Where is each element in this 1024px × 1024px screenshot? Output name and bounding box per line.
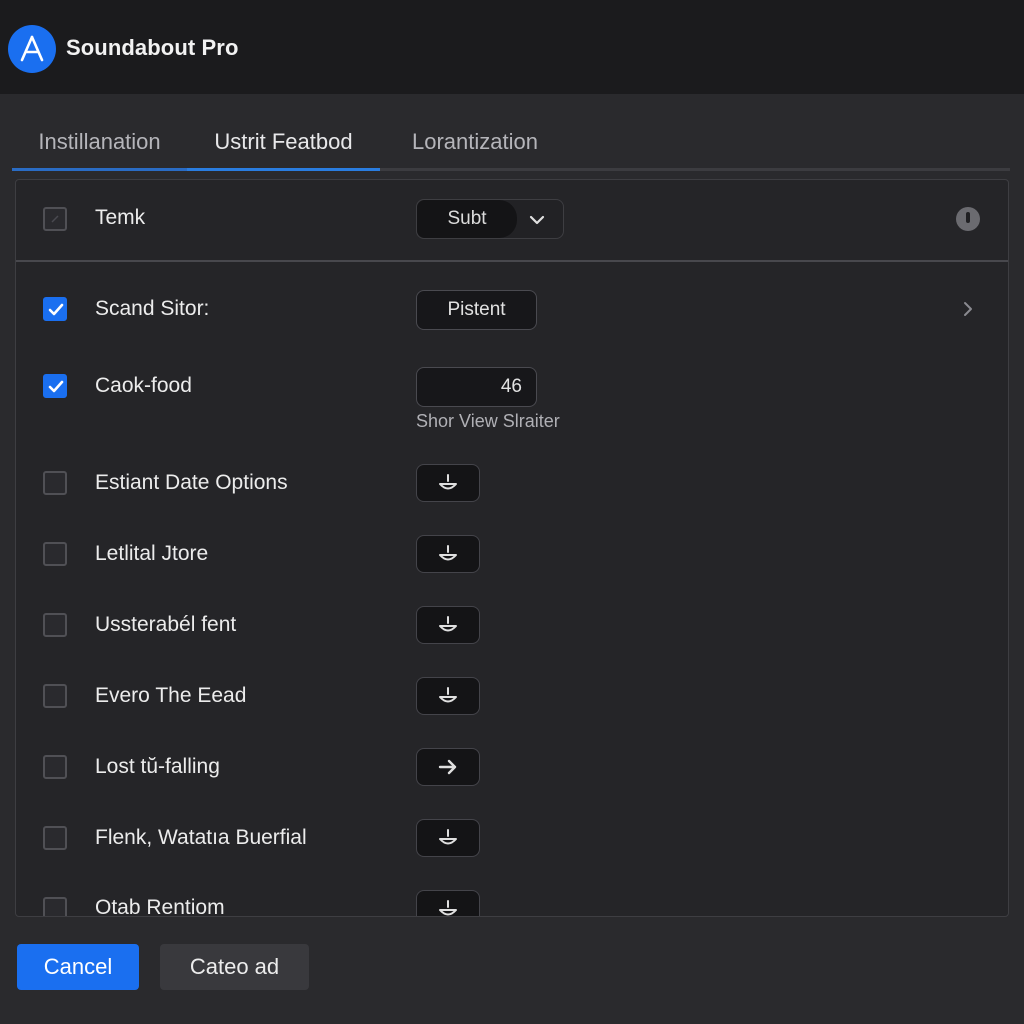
arrow-right-icon [438, 759, 457, 775]
bowl-icon [439, 900, 457, 916]
row-label: Otab Rentiom [95, 896, 225, 917]
row-label: Scand Sitor: [95, 297, 210, 320]
row-checkbox[interactable] [43, 897, 67, 916]
row-checkbox[interactable] [43, 613, 67, 637]
row-checkbox[interactable] [43, 755, 67, 779]
panel-header-row: Temk Subt [16, 180, 1008, 262]
checkmark-icon [48, 380, 64, 393]
row-checkbox[interactable] [43, 826, 67, 850]
row-checkbox[interactable] [43, 471, 67, 495]
info-icon[interactable] [956, 207, 980, 231]
tab-ustrit-featbod[interactable]: Ustrit Featbod [187, 116, 380, 171]
pistent-button[interactable]: Pistent [416, 290, 537, 330]
row-action-button[interactable] [416, 890, 480, 916]
checkmark-icon [48, 303, 64, 316]
header-checkbox[interactable] [43, 207, 67, 231]
row-action-button[interactable] [416, 748, 480, 786]
bowl-icon [439, 474, 457, 490]
chevron-down-icon [529, 215, 545, 225]
tab-instillanation[interactable]: Instillanation [12, 116, 187, 171]
header-select[interactable]: Subt [416, 199, 564, 239]
row-label: Estiant Date Options [95, 471, 288, 494]
row-label: Ussterabél fent [95, 613, 237, 636]
row-checkbox[interactable] [43, 684, 67, 708]
quantity-input[interactable]: 46 [416, 367, 537, 407]
tab-lorantization[interactable]: Lorantization [390, 116, 560, 168]
row-label: Flenk, Watatıa Buerfial [95, 826, 307, 849]
header-select-value: Subt [417, 200, 517, 238]
row-sublabel: Shor View Slraiter [416, 411, 560, 431]
secondary-action-button[interactable]: Cateo ad [160, 944, 309, 990]
row-action-button[interactable] [416, 464, 480, 502]
row-action-button[interactable] [416, 819, 480, 857]
row-action-button[interactable] [416, 677, 480, 715]
header-label: Temk [95, 206, 146, 229]
bowl-icon [439, 545, 457, 561]
row-checkbox-caok-food[interactable] [43, 374, 67, 398]
bowl-icon [439, 829, 457, 845]
bowl-icon [439, 616, 457, 632]
bowl-icon [439, 687, 457, 703]
row-action-button[interactable] [416, 535, 480, 573]
row-checkbox-scand-sitor[interactable] [43, 297, 67, 321]
settings-panel: Temk Subt Scand Sitor: Pistent Caok-food… [15, 179, 1009, 917]
row-checkbox[interactable] [43, 542, 67, 566]
row-label: Letlital Jtore [95, 542, 209, 565]
row-label: Lost tŭ-falling [95, 755, 220, 778]
cancel-button[interactable]: Cancel [17, 944, 139, 990]
title-bar: Soundabout Pro [0, 0, 1024, 94]
app-title: Soundabout Pro [66, 35, 239, 60]
row-label: Evero The Eead [95, 684, 247, 707]
chevron-right-icon[interactable] [960, 300, 976, 318]
app-store-a-icon [8, 25, 56, 73]
row-label: Caok-food [95, 374, 192, 397]
row-action-button[interactable] [416, 606, 480, 644]
tab-bar: Instillanation Ustrit Featbod Lorantizat… [12, 116, 1010, 171]
